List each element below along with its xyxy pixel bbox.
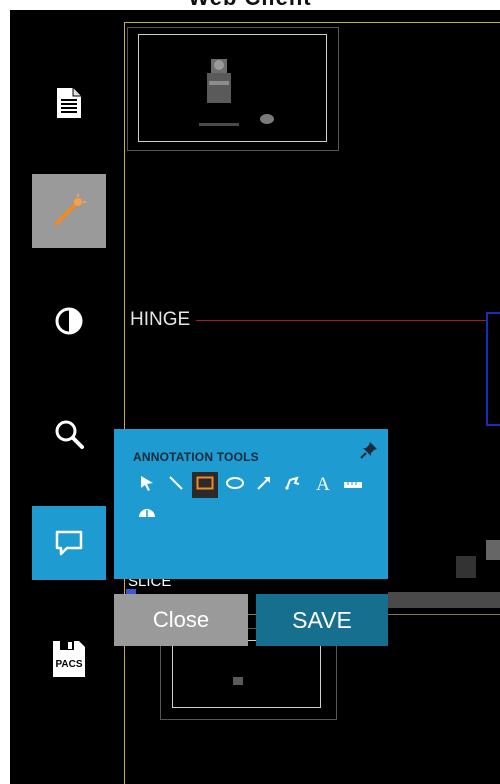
image-fragment (486, 540, 500, 560)
blue-roi-box (486, 312, 500, 426)
save-button[interactable]: SAVE (256, 594, 388, 646)
tool-line[interactable] (163, 472, 189, 498)
hinge-line (196, 320, 486, 321)
line-icon (168, 475, 184, 496)
thumbnail-top[interactable] (138, 34, 327, 142)
sidebar-item-report[interactable] (32, 66, 106, 140)
close-button[interactable]: Close (114, 594, 248, 646)
sidebar-item-contrast[interactable] (32, 284, 106, 358)
annotation-panel-title: ANNOTATION TOOLS (133, 450, 259, 464)
tool-arrow[interactable] (251, 472, 277, 498)
arrow-icon (256, 475, 272, 496)
magic-wand-icon (51, 193, 87, 229)
document-icon (55, 87, 83, 119)
tool-text[interactable]: A (310, 472, 336, 498)
sidebar-item-zoom[interactable] (32, 397, 106, 471)
sidebar-item-pacs[interactable]: PACS (32, 622, 106, 696)
rectangle-icon (196, 476, 214, 495)
cursor-arrow-icon (139, 475, 155, 496)
annotation-tools-panel: ANNOTATION TOOLS A (114, 429, 388, 579)
app-title-strip: Web Client (0, 0, 500, 10)
save-pacs-icon: PACS (51, 639, 87, 679)
tool-ellipse[interactable] (222, 472, 248, 498)
comment-icon (54, 528, 84, 558)
image-fragment (456, 556, 476, 578)
thumbnail-image (199, 59, 274, 126)
contrast-icon (54, 306, 84, 336)
tool-protractor[interactable] (134, 505, 160, 523)
ellipse-icon (225, 476, 245, 495)
text-icon: A (316, 474, 330, 495)
hinge-label: HINGE (130, 309, 191, 330)
ruler-icon (343, 476, 363, 494)
viewport-border-top (124, 22, 500, 23)
pacs-label: PACS (55, 659, 83, 670)
tool-rectangle[interactable] (192, 472, 218, 498)
magnifier-icon (54, 419, 84, 449)
thumbnail-image-bottom (233, 677, 243, 685)
freehand-icon (284, 475, 302, 496)
pin-icon[interactable] (360, 441, 378, 464)
tool-ruler[interactable] (340, 472, 366, 498)
tool-select-arrow[interactable] (134, 472, 160, 498)
sidebar-item-annotations[interactable] (32, 506, 106, 580)
sidebar-item-tools[interactable] (32, 174, 106, 248)
image-fragment (388, 592, 500, 608)
left-border (0, 0, 10, 784)
thumbnail-bottom[interactable] (172, 640, 321, 708)
viewport-border-left (124, 22, 125, 784)
tool-freehand[interactable] (280, 472, 306, 498)
protractor-icon (137, 505, 157, 523)
app-title: Web Client (0, 0, 500, 10)
